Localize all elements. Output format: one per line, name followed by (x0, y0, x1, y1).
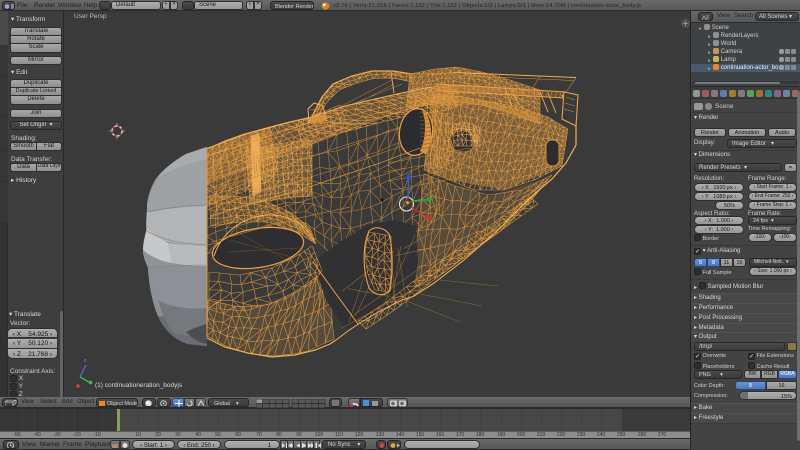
svg-text:z: z (84, 358, 87, 364)
